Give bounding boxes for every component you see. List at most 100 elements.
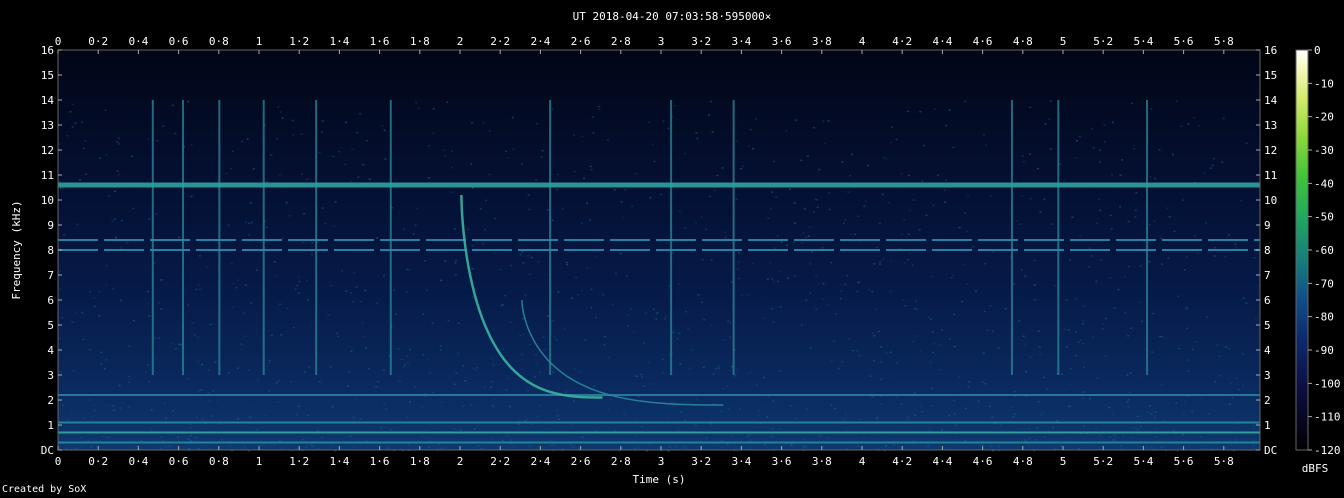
noise-speck [1146,411,1149,414]
noise-speck [428,446,430,449]
noise-speck [476,366,479,369]
noise-speck [772,280,775,282]
noise-speck [652,383,655,385]
noise-speck [941,329,944,331]
x-tick-label-top: 3·6 [772,35,792,48]
noise-speck [764,444,766,446]
chart-title: UT 2018-04-20 07:03:58·595000× [573,10,772,23]
x-tick-label-bottom: 2·8 [611,455,631,468]
colorbar-tick-label: 0 [1314,44,1321,57]
x-tick-label-top: 2·6 [571,35,591,48]
noise-speck [252,168,255,170]
noise-speck [717,365,720,367]
noise-speck [490,386,493,388]
noise-speck [762,376,765,379]
noise-speck [845,429,848,431]
noise-speck [248,369,251,372]
noise-speck [990,445,993,448]
noise-speck [307,299,310,301]
noise-speck [818,168,821,171]
noise-speck [1158,149,1161,151]
noise-speck [695,221,698,224]
noise-speck [509,321,512,323]
noise-speck [230,262,233,265]
noise-speck [199,288,201,290]
noise-speck [881,193,884,196]
noise-speck [267,362,270,364]
noise-speck [808,235,810,237]
noise-speck [929,361,932,364]
noise-speck [703,318,706,321]
noise-speck [742,165,744,168]
noise-speck [1028,444,1031,446]
noise-speck [808,226,811,228]
noise-speck [889,351,892,353]
noise-speck [627,325,629,327]
noise-speck [620,201,623,203]
noise-speck [541,150,544,152]
noise-speck [455,372,458,374]
noise-speck [510,264,513,267]
x-tick-label-bottom: 0·6 [169,455,189,468]
noise-speck [873,335,876,337]
noise-speck [415,207,418,210]
noise-speck [1150,446,1153,449]
noise-speck [919,350,922,352]
noise-speck [427,177,430,179]
noise-speck [737,277,740,280]
noise-speck [1139,425,1142,428]
noise-speck [1079,235,1082,238]
noise-speck [423,260,426,262]
noise-speck [880,346,883,348]
noise-speck [98,314,101,317]
noise-speck [661,358,664,360]
noise-speck [1039,413,1042,416]
noise-speck [1209,167,1212,169]
noise-speck [678,332,681,335]
noise-speck [812,211,815,213]
noise-speck [1253,257,1256,259]
noise-speck [528,445,531,447]
noise-speck [891,126,894,128]
noise-speck [59,288,62,290]
noise-speck [927,444,930,447]
noise-speck [867,288,870,291]
noise-speck [1022,155,1024,157]
x-tick-label-bottom: 2·2 [490,455,510,468]
noise-speck [1090,255,1093,257]
noise-speck [298,292,300,294]
x-tick-label-top: 2 [457,35,464,48]
noise-speck [1074,331,1077,333]
noise-speck [417,107,420,110]
noise-speck [827,437,830,439]
noise-speck [780,241,783,243]
noise-speck [1222,117,1225,120]
noise-speck [968,381,971,383]
x-tick-label-bottom: 2·4 [530,455,550,468]
noise-speck [1191,410,1194,413]
noise-speck [932,351,934,354]
noise-speck [822,282,825,285]
noise-speck [490,438,493,441]
noise-speck [913,307,916,310]
noise-speck [729,322,732,324]
noise-speck [965,283,968,285]
noise-speck [180,343,183,346]
noise-speck [1230,382,1233,384]
noise-speck [1133,148,1136,150]
noise-speck [536,122,538,125]
noise-speck [65,447,68,450]
noise-speck [641,376,644,378]
noise-speck [805,446,808,448]
noise-speck [563,328,566,330]
noise-speck [921,180,924,182]
noise-speck [847,338,850,340]
x-tick-label-bottom: 0·2 [88,455,108,468]
noise-speck [1133,427,1136,429]
noise-speck [473,428,476,430]
noise-speck [571,424,574,427]
noise-speck [1068,439,1071,441]
noise-speck [991,330,994,333]
noise-speck [1013,390,1016,393]
noise-speck [93,409,96,412]
